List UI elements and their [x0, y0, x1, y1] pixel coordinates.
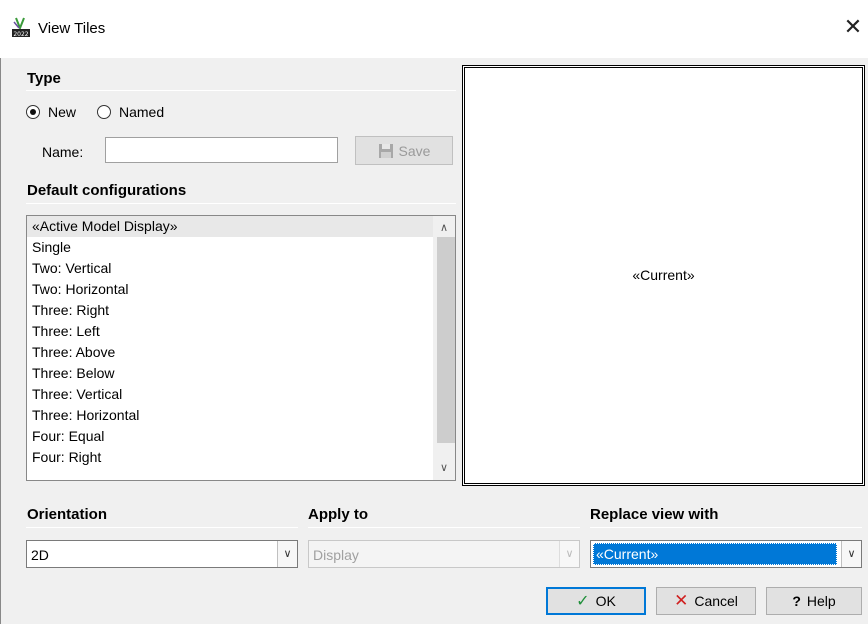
chevron-down-icon[interactable]: ∨	[841, 541, 861, 567]
title-bar: 2022 View Tiles ✕	[0, 0, 868, 58]
window-frame	[0, 0, 1, 624]
list-item[interactable]: Three: Horizontal	[27, 405, 455, 426]
list-item[interactable]: Single	[27, 237, 455, 258]
orientation-select[interactable]: 2D ∨	[26, 540, 298, 568]
save-button[interactable]: Save	[355, 136, 453, 165]
checkmark-icon: ✓	[576, 593, 590, 610]
list-scrollbar[interactable]: ∧ ∨	[433, 216, 455, 480]
scroll-thumb[interactable]	[437, 237, 455, 443]
chevron-down-icon: ∨	[559, 541, 579, 567]
cancel-button[interactable]: ✕ Cancel	[656, 587, 756, 615]
floppy-disk-icon	[378, 143, 393, 158]
list-item[interactable]: Four: Right	[27, 447, 455, 468]
radio-named-label: Named	[119, 104, 165, 120]
configs-separator	[26, 203, 456, 204]
radio-unchecked-icon[interactable]	[97, 105, 111, 119]
configs-heading: Default configurations	[27, 182, 187, 199]
list-item[interactable]: Two: Horizontal	[27, 279, 455, 300]
list-item[interactable]: «Active Model Display»	[27, 216, 455, 237]
replace-view-select[interactable]: «Current» ∨	[590, 540, 862, 568]
question-icon: ?	[792, 593, 801, 609]
type-separator	[26, 90, 456, 91]
radio-checked-icon[interactable]	[26, 105, 40, 119]
list-item[interactable]: Four: Equal	[27, 426, 455, 447]
radio-new-label: New	[48, 104, 77, 120]
list-item[interactable]: Three: Below	[27, 363, 455, 384]
orientation-separator	[26, 527, 298, 528]
scroll-down-icon[interactable]: ∨	[433, 459, 455, 477]
configurations-list[interactable]: «Active Model Display» Single Two: Vertica…	[26, 215, 456, 481]
help-label: Help	[806, 593, 836, 609]
list-item[interactable]: Three: Right	[27, 300, 455, 321]
radio-named[interactable]: Named	[97, 104, 164, 120]
replace-view-value: «Current»	[593, 543, 837, 565]
cross-icon: ✕	[674, 591, 689, 610]
orientation-heading: Orientation	[27, 506, 108, 523]
type-heading: Type	[27, 70, 61, 87]
list-item[interactable]: Three: Above	[27, 342, 455, 363]
apply-to-separator	[308, 527, 580, 528]
cancel-label: Cancel	[694, 593, 738, 609]
apply-to-heading: Apply to	[308, 506, 368, 523]
replace-view-heading: Replace view with	[590, 506, 719, 523]
list-item[interactable]: Two: Vertical	[27, 258, 455, 279]
save-label: Save	[398, 142, 431, 159]
radio-new[interactable]: New	[26, 104, 76, 120]
name-label: Name:	[42, 144, 84, 160]
tile-preview[interactable]: «Current»	[462, 65, 865, 486]
preview-label: «Current»	[632, 267, 695, 283]
window-title: View Tiles	[38, 20, 106, 37]
list-item[interactable]: Three: Vertical	[27, 384, 455, 405]
close-icon[interactable]: ✕	[840, 14, 866, 42]
help-button[interactable]: ? Help	[766, 587, 862, 615]
ok-label: OK	[595, 593, 616, 609]
replace-view-separator	[590, 527, 862, 528]
list-item[interactable]: Three: Left	[27, 321, 455, 342]
apply-to-value: Display	[313, 547, 359, 563]
name-input[interactable]	[105, 137, 338, 163]
app-icon: 2022	[12, 17, 30, 38]
apply-to-select: Display ∨	[308, 540, 580, 568]
svg-text:2022: 2022	[13, 31, 28, 38]
scroll-up-icon[interactable]: ∧	[433, 219, 455, 237]
chevron-down-icon[interactable]: ∨	[277, 541, 297, 567]
ok-button[interactable]: ✓ OK	[546, 587, 646, 615]
configurations-items: «Active Model Display» Single Two: Vertica…	[27, 216, 455, 468]
orientation-value: 2D	[31, 547, 49, 563]
